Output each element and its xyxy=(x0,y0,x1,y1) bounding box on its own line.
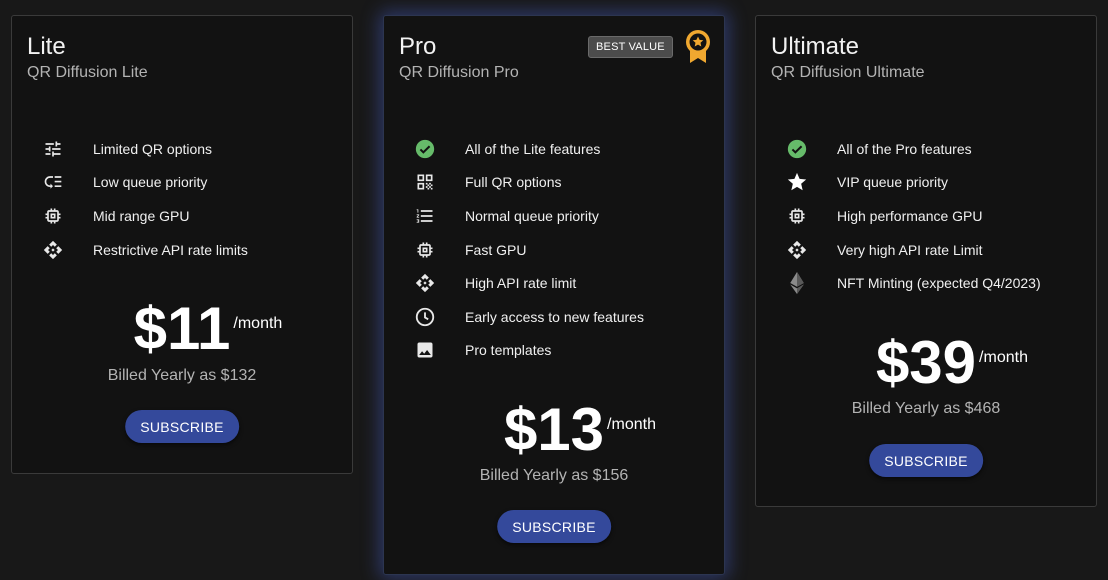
chip-icon xyxy=(786,205,808,227)
feature-item: All of the Lite features xyxy=(384,132,724,166)
numbered-list-icon xyxy=(414,205,436,227)
feature-label: Pro templates xyxy=(465,342,552,359)
tune-icon xyxy=(42,138,64,160)
plan-subtitle: QR Diffusion Ultimate xyxy=(771,64,925,81)
feature-label: High API rate limit xyxy=(465,275,577,292)
subscribe-button[interactable]: SUBSCRIBE xyxy=(497,510,611,543)
feature-label: Restrictive API rate limits xyxy=(93,241,248,258)
feature-label: High performance GPU xyxy=(837,207,983,224)
plan-subtitle: QR Diffusion Pro xyxy=(399,64,519,81)
feature-item: Full QR options xyxy=(384,166,724,200)
subscribe-button[interactable]: SUBSCRIBE xyxy=(869,444,983,477)
feature-label: Normal queue priority xyxy=(465,207,599,224)
chip-icon xyxy=(42,205,64,227)
api-icon xyxy=(42,239,64,261)
price-amount: $13/month xyxy=(503,396,656,463)
price-block: $13/month xyxy=(384,400,724,460)
feature-label: Very high API rate Limit xyxy=(837,241,983,258)
feature-label: Fast GPU xyxy=(465,241,527,258)
qr-code-icon xyxy=(414,171,436,193)
ethereum-icon xyxy=(786,272,808,295)
price-period: /month xyxy=(233,315,283,332)
feature-list: Limited QR options Low queue priority Mi… xyxy=(12,132,352,266)
price-block: $39/month xyxy=(756,333,1096,393)
feature-item: High performance GPU xyxy=(756,199,1096,233)
price-amount: $11/month xyxy=(133,295,283,362)
feature-label: Early access to new features xyxy=(465,308,644,325)
feature-label: All of the Pro features xyxy=(837,140,972,157)
feature-item: Pro templates xyxy=(384,334,724,368)
subscribe-button[interactable]: SUBSCRIBE xyxy=(125,410,239,443)
feature-item: All of the Pro features xyxy=(756,132,1096,166)
feature-item: VIP queue priority xyxy=(756,166,1096,200)
feature-list: All of the Lite features Full QR options… xyxy=(384,132,724,367)
plan-title: Lite xyxy=(27,33,66,60)
feature-item: NFT Minting (expected Q4/2023) xyxy=(756,266,1096,300)
price-block: $11/month xyxy=(12,299,352,359)
best-value-badge: BEST VALUE xyxy=(588,36,673,58)
plan-card-pro: Pro QR Diffusion Pro BEST VALUE All of t… xyxy=(383,15,725,575)
plan-card-lite: Lite QR Diffusion Lite Limited QR option… xyxy=(11,15,353,474)
clock-icon xyxy=(414,306,436,328)
low-priority-icon xyxy=(42,171,64,193)
price-amount: $39/month xyxy=(875,329,1028,396)
feature-item: High API rate limit xyxy=(384,266,724,300)
feature-label: Limited QR options xyxy=(93,140,213,157)
image-icon xyxy=(414,339,436,361)
feature-label: Low queue priority xyxy=(93,174,208,191)
price-period: /month xyxy=(979,349,1028,366)
billed-yearly-text: Billed Yearly as $468 xyxy=(851,400,1001,417)
feature-label: VIP queue priority xyxy=(837,174,949,191)
feature-item: Low queue priority xyxy=(12,166,352,200)
price-period: /month xyxy=(607,416,656,433)
feature-item: Restrictive API rate limits xyxy=(12,233,352,267)
plan-title: Pro xyxy=(399,33,437,60)
plan-card-ultimate: Ultimate QR Diffusion Ultimate All of th… xyxy=(755,15,1097,507)
billed-yearly-text: Billed Yearly as $132 xyxy=(107,367,257,384)
feature-item: Very high API rate Limit xyxy=(756,233,1096,267)
feature-label: NFT Minting (expected Q4/2023) xyxy=(837,275,1041,292)
check-circle-icon xyxy=(786,138,808,160)
feature-label: Mid range GPU xyxy=(93,207,190,224)
feature-label: All of the Lite features xyxy=(465,140,601,157)
api-icon xyxy=(414,272,436,294)
plan-subtitle: QR Diffusion Lite xyxy=(27,64,148,81)
plan-title: Ultimate xyxy=(771,33,860,60)
check-circle-icon xyxy=(414,138,436,160)
api-icon xyxy=(786,239,808,261)
chip-icon xyxy=(414,239,436,261)
feature-item: Mid range GPU xyxy=(12,199,352,233)
feature-list: All of the Pro features VIP queue priori… xyxy=(756,132,1096,300)
feature-label: Full QR options xyxy=(465,174,562,191)
feature-item: Early access to new features xyxy=(384,300,724,334)
feature-item: Normal queue priority xyxy=(384,199,724,233)
feature-item: Limited QR options xyxy=(12,132,352,166)
star-icon xyxy=(786,171,808,193)
award-ribbon-icon xyxy=(684,29,712,65)
feature-item: Fast GPU xyxy=(384,233,724,267)
billed-yearly-text: Billed Yearly as $156 xyxy=(479,467,629,484)
